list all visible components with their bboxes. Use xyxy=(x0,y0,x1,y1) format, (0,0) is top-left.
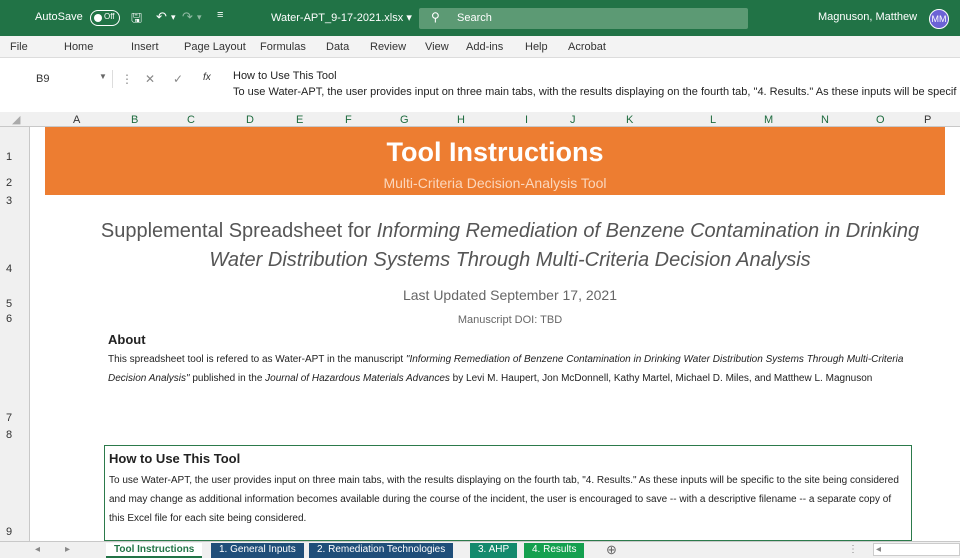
search-box[interactable]: ⚲ Search xyxy=(419,8,748,29)
select-all-icon[interactable]: ◢ xyxy=(12,113,20,126)
supplemental-title-line-1[interactable]: Supplemental Spreadsheet for Informing R… xyxy=(60,220,960,243)
column-header[interactable]: G xyxy=(400,114,409,126)
menu-add-ins[interactable]: Add-ins xyxy=(466,41,503,53)
column-header[interactable]: E xyxy=(296,114,303,126)
sheet-tab-bar: ◂ ▸ Tool Instructions 1. General Inputs … xyxy=(0,541,960,558)
row-headers: 1 2 3 4 5 6 7 8 9 xyxy=(0,127,30,541)
redo-icon[interactable]: ↷ xyxy=(182,9,193,25)
undo-dropdown-icon[interactable]: ▾ xyxy=(171,12,176,23)
column-header[interactable]: D xyxy=(246,114,254,126)
row-header[interactable]: 6 xyxy=(6,313,12,325)
row-header[interactable]: 5 xyxy=(6,298,12,310)
row-header[interactable]: 1 xyxy=(6,151,12,163)
menu-view[interactable]: View xyxy=(425,41,449,53)
toggle-knob xyxy=(94,14,102,22)
row-header[interactable]: 7 xyxy=(6,412,12,424)
more-options-icon[interactable]: ⋮ xyxy=(848,544,858,555)
last-updated[interactable]: Last Updated September 17, 2021 xyxy=(60,287,960,303)
menu-page-layout[interactable]: Page Layout xyxy=(184,41,246,53)
howto-text: To use Water-APT, the user provides inpu… xyxy=(109,475,899,524)
banner-subtitle: Multi-Criteria Decision-Analysis Tool xyxy=(383,175,607,191)
menu-insert[interactable]: Insert xyxy=(131,41,159,53)
column-header[interactable]: F xyxy=(345,114,352,126)
menu-formulas[interactable]: Formulas xyxy=(260,41,306,53)
tab-tool-instructions[interactable]: Tool Instructions xyxy=(106,543,203,558)
row-header[interactable]: 2 xyxy=(6,177,12,189)
title-bar: AutoSave Off 🖫 ↶ ▾ ↷ ▾ ≡ Water-APT_9-17-… xyxy=(0,0,960,36)
tab-results[interactable]: 4. Results xyxy=(524,543,585,558)
search-label: Search xyxy=(457,12,492,24)
file-name-text: Water-APT_9-17-2021.xlsx xyxy=(271,12,404,24)
undo-icon[interactable]: ↶ xyxy=(156,9,167,25)
column-header[interactable]: B xyxy=(131,114,138,126)
horizontal-scrollbar[interactable]: ◂ xyxy=(873,543,960,556)
tab-ahp[interactable]: 3. AHP xyxy=(470,543,518,558)
row-header[interactable]: 8 xyxy=(6,429,12,441)
banner-title: Tool Instructions xyxy=(386,137,604,167)
manuscript-doi[interactable]: Manuscript DOI: TBD xyxy=(60,314,960,326)
row-header[interactable]: 9 xyxy=(6,526,12,538)
save-icon[interactable]: 🖫 xyxy=(131,9,142,31)
ribbon-menu: File Home Insert Page Layout Formulas Da… xyxy=(0,36,960,58)
search-icon: ⚲ xyxy=(431,10,440,24)
column-header[interactable]: C xyxy=(187,114,195,126)
insert-function-icon[interactable]: fx xyxy=(203,72,211,83)
file-dropdown-icon: ▾ xyxy=(406,12,412,24)
customize-toolbar-icon[interactable]: ≡ xyxy=(217,9,223,21)
column-header[interactable]: I xyxy=(525,114,528,126)
about-text[interactable]: This spreadsheet tool is refered to as W… xyxy=(108,350,908,388)
name-box[interactable]: B9 ▼ xyxy=(29,70,113,88)
menu-acrobat[interactable]: Acrobat xyxy=(568,41,606,53)
autosave-state: Off xyxy=(104,12,115,21)
autosave-label: AutoSave xyxy=(35,11,83,23)
about-text-a: This spreadsheet tool is refered to as W… xyxy=(108,354,406,365)
prev-sheet-icon[interactable]: ◂ xyxy=(35,544,40,555)
file-name[interactable]: Water-APT_9-17-2021.xlsx ▾ xyxy=(271,11,412,24)
name-box-value: B9 xyxy=(36,73,50,85)
supplemental-title-line-2[interactable]: Water Distribution Systems Through Multi… xyxy=(60,249,960,272)
next-sheet-icon[interactable]: ▸ xyxy=(65,544,70,555)
howto-heading: How to Use This Tool xyxy=(109,451,241,466)
redo-dropdown-icon[interactable]: ▾ xyxy=(197,12,202,23)
tab-general-inputs[interactable]: 1. General Inputs xyxy=(211,543,304,558)
menu-home[interactable]: Home xyxy=(64,41,93,53)
column-header[interactable]: L xyxy=(710,114,716,126)
menu-review[interactable]: Review xyxy=(370,41,406,53)
column-header[interactable]: A xyxy=(73,114,80,126)
name-box-dropdown-icon[interactable]: ▼ xyxy=(99,72,107,81)
menu-file[interactable]: File xyxy=(10,41,28,53)
menu-help[interactable]: Help xyxy=(525,41,548,53)
selected-cell-howto[interactable]: How to Use This Tool To use Water-APT, t… xyxy=(104,445,912,541)
about-journal: Journal of Hazardous Materials Advances xyxy=(265,373,450,384)
menu-data[interactable]: Data xyxy=(326,41,349,53)
column-header[interactable]: O xyxy=(876,114,885,126)
supplemental-prefix: Supplemental Spreadsheet for xyxy=(100,220,377,242)
about-text-c: by Levi M. Haupert, Jon McDonnell, Kathy… xyxy=(449,373,873,384)
user-name[interactable]: Magnuson, Matthew xyxy=(818,11,917,23)
row-header[interactable]: 3 xyxy=(6,195,12,207)
title-banner[interactable]: Tool Instructions Multi-Criteria Decisio… xyxy=(45,127,945,195)
about-text-b: published in the xyxy=(189,373,266,384)
column-header[interactable]: J xyxy=(570,114,576,126)
enter-icon[interactable]: ✓ xyxy=(173,72,183,86)
tab-remediation-technologies[interactable]: 2. Remediation Technologies xyxy=(309,543,454,558)
column-headers: ◢ A B C D E F G H I J K L M N O P xyxy=(0,112,960,127)
about-heading[interactable]: About xyxy=(108,332,146,347)
column-header[interactable]: H xyxy=(457,114,465,126)
column-header[interactable]: P xyxy=(924,114,931,126)
column-header[interactable]: M xyxy=(764,114,773,126)
formula-line-1[interactable]: How to Use This Tool xyxy=(233,70,337,82)
column-header[interactable]: N xyxy=(821,114,829,126)
row-header[interactable]: 4 xyxy=(6,263,12,275)
avatar[interactable]: MM xyxy=(929,9,949,29)
column-header[interactable]: K xyxy=(626,114,633,126)
more-options-icon[interactable]: ⋮ xyxy=(121,72,133,86)
autosave-toggle[interactable]: Off xyxy=(90,10,120,26)
add-sheet-icon[interactable]: ⊕ xyxy=(606,542,617,558)
cancel-icon[interactable]: ✕ xyxy=(145,72,155,86)
supplemental-title-italic: Informing Remediation of Benzene Contami… xyxy=(376,220,920,242)
formula-line-2[interactable]: To use Water-APT, the user provides inpu… xyxy=(233,86,956,98)
